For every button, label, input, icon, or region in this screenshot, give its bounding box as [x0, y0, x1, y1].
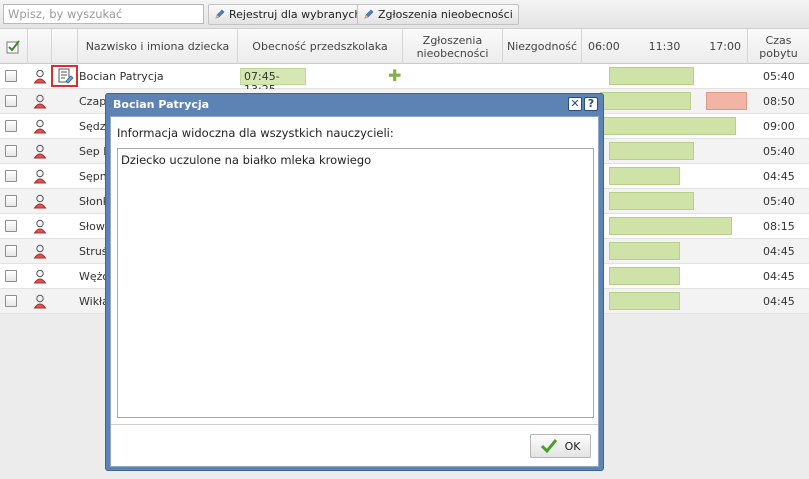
dialog-divider: [111, 424, 598, 425]
timeline-column-header: 06:00 11:30 17:00: [582, 29, 748, 64]
add-absence-icon[interactable]: ✚: [388, 68, 401, 84]
row-checkbox[interactable]: [5, 270, 17, 282]
timeline-tick-17: 17:00: [709, 40, 741, 53]
absence-reports-column-header[interactable]: Zgłoszenia nieobecności: [403, 29, 503, 64]
child-icon: [33, 269, 47, 284]
presence-timeline-bar: [609, 67, 694, 85]
presence-range[interactable]: 07:45-13:25: [240, 68, 306, 96]
note-textarea[interactable]: Dziecko uczulone na białko mleka krowieg…: [117, 148, 594, 418]
row-checkbox[interactable]: [5, 70, 17, 82]
row-checkbox[interactable]: [5, 245, 17, 257]
row-checkbox[interactable]: [5, 220, 17, 232]
child-name: Struś: [79, 245, 108, 258]
timeline-tick-1130: 11:30: [648, 40, 681, 53]
note-column-header: [52, 29, 78, 64]
duration-value: 08:50: [763, 95, 795, 108]
note-dialog: Bocian Patrycja ✕ ? Informacja widoczna …: [105, 93, 604, 471]
dialog-body: Informacja widoczna dla wszystkich naucz…: [110, 116, 599, 467]
info-label: Informacja widoczna dla wszystkich naucz…: [117, 126, 394, 140]
row-checkbox[interactable]: [5, 170, 17, 182]
presence-timeline-bar: [609, 217, 732, 235]
child-icon: [33, 94, 47, 109]
presence-column-header[interactable]: Obecność przedszkolaka: [238, 29, 403, 64]
name-column-header[interactable]: Nazwisko i imiona dziecka: [78, 29, 238, 64]
child-icon: [33, 219, 47, 234]
pencil-icon: [364, 9, 374, 19]
ok-button[interactable]: OK: [530, 434, 591, 458]
duration-value: 04:45: [763, 270, 795, 283]
presence-timeline-bar: [600, 92, 691, 110]
child-name: Bocian Patrycja: [79, 70, 164, 83]
close-icon: ✕: [570, 97, 580, 110]
table-header: Nazwisko i imiona dziecka Obecność przed…: [0, 29, 809, 64]
absence-reports-button[interactable]: Zgłoszenia nieobecności: [357, 4, 519, 25]
timeline-tick-06: 06:00: [588, 40, 620, 53]
row-checkbox[interactable]: [5, 145, 17, 157]
presence-timeline-bar: [600, 117, 736, 135]
presence-timeline-bar: [609, 242, 680, 260]
mismatch-column-header[interactable]: Niezgodność: [503, 29, 582, 64]
child-icon: [33, 144, 47, 159]
duration-value: 09:00: [763, 120, 795, 133]
register-selected-label: Rejestruj dla wybranych: [229, 8, 362, 21]
duration-value: 05:40: [763, 195, 795, 208]
pencil-icon: [215, 9, 225, 19]
ok-label: OK: [564, 439, 581, 453]
mismatch-timeline-bar: [706, 92, 747, 110]
absence-reports-label: Zgłoszenia nieobecności: [378, 8, 513, 21]
child-icon: [33, 69, 47, 84]
duration-column-header[interactable]: Czas pobytu: [748, 29, 809, 64]
child-icon: [33, 169, 47, 184]
row-checkbox[interactable]: [5, 295, 17, 307]
select-all-header[interactable]: [0, 29, 28, 64]
help-button[interactable]: ?: [584, 97, 598, 111]
row-checkbox[interactable]: [5, 95, 17, 107]
duration-value: 04:45: [763, 245, 795, 258]
presence-timeline-bar: [609, 192, 694, 210]
child-icon: [33, 194, 47, 209]
child-icon: [33, 294, 47, 309]
duration-value: 04:45: [763, 170, 795, 183]
presence-timeline-bar: [609, 142, 694, 160]
presence-timeline-bar: [609, 267, 680, 285]
note-button[interactable]: [51, 65, 78, 87]
duration-value: 04:45: [763, 295, 795, 308]
duration-value: 05:40: [763, 145, 795, 158]
row-checkbox[interactable]: [5, 120, 17, 132]
icon-column-header: [28, 29, 52, 64]
row-checkbox[interactable]: [5, 195, 17, 207]
presence-timeline-bar: [609, 292, 680, 310]
dialog-title: Bocian Patrycja: [113, 98, 210, 111]
presence-timeline-bar: [609, 167, 680, 185]
toolbar: Rejestruj dla wybranych Zgłoszenia nieob…: [0, 0, 809, 29]
close-button[interactable]: ✕: [568, 97, 582, 111]
check-icon: [540, 439, 557, 453]
note-icon: [58, 68, 74, 84]
help-icon: ?: [587, 97, 595, 110]
child-icon: [33, 119, 47, 134]
table-row[interactable]: Bocian Patrycja 07:45-13:25 ✚ 05:40: [0, 64, 809, 96]
select-all-icon: [6, 39, 20, 53]
duration-value: 05:40: [763, 70, 795, 83]
child-name: Sępn: [79, 170, 107, 183]
duration-value: 08:15: [763, 220, 795, 233]
child-name: Słowi: [79, 220, 108, 233]
register-selected-button[interactable]: Rejestruj dla wybranych: [208, 4, 368, 25]
search-input[interactable]: [3, 4, 204, 24]
child-icon: [33, 244, 47, 259]
